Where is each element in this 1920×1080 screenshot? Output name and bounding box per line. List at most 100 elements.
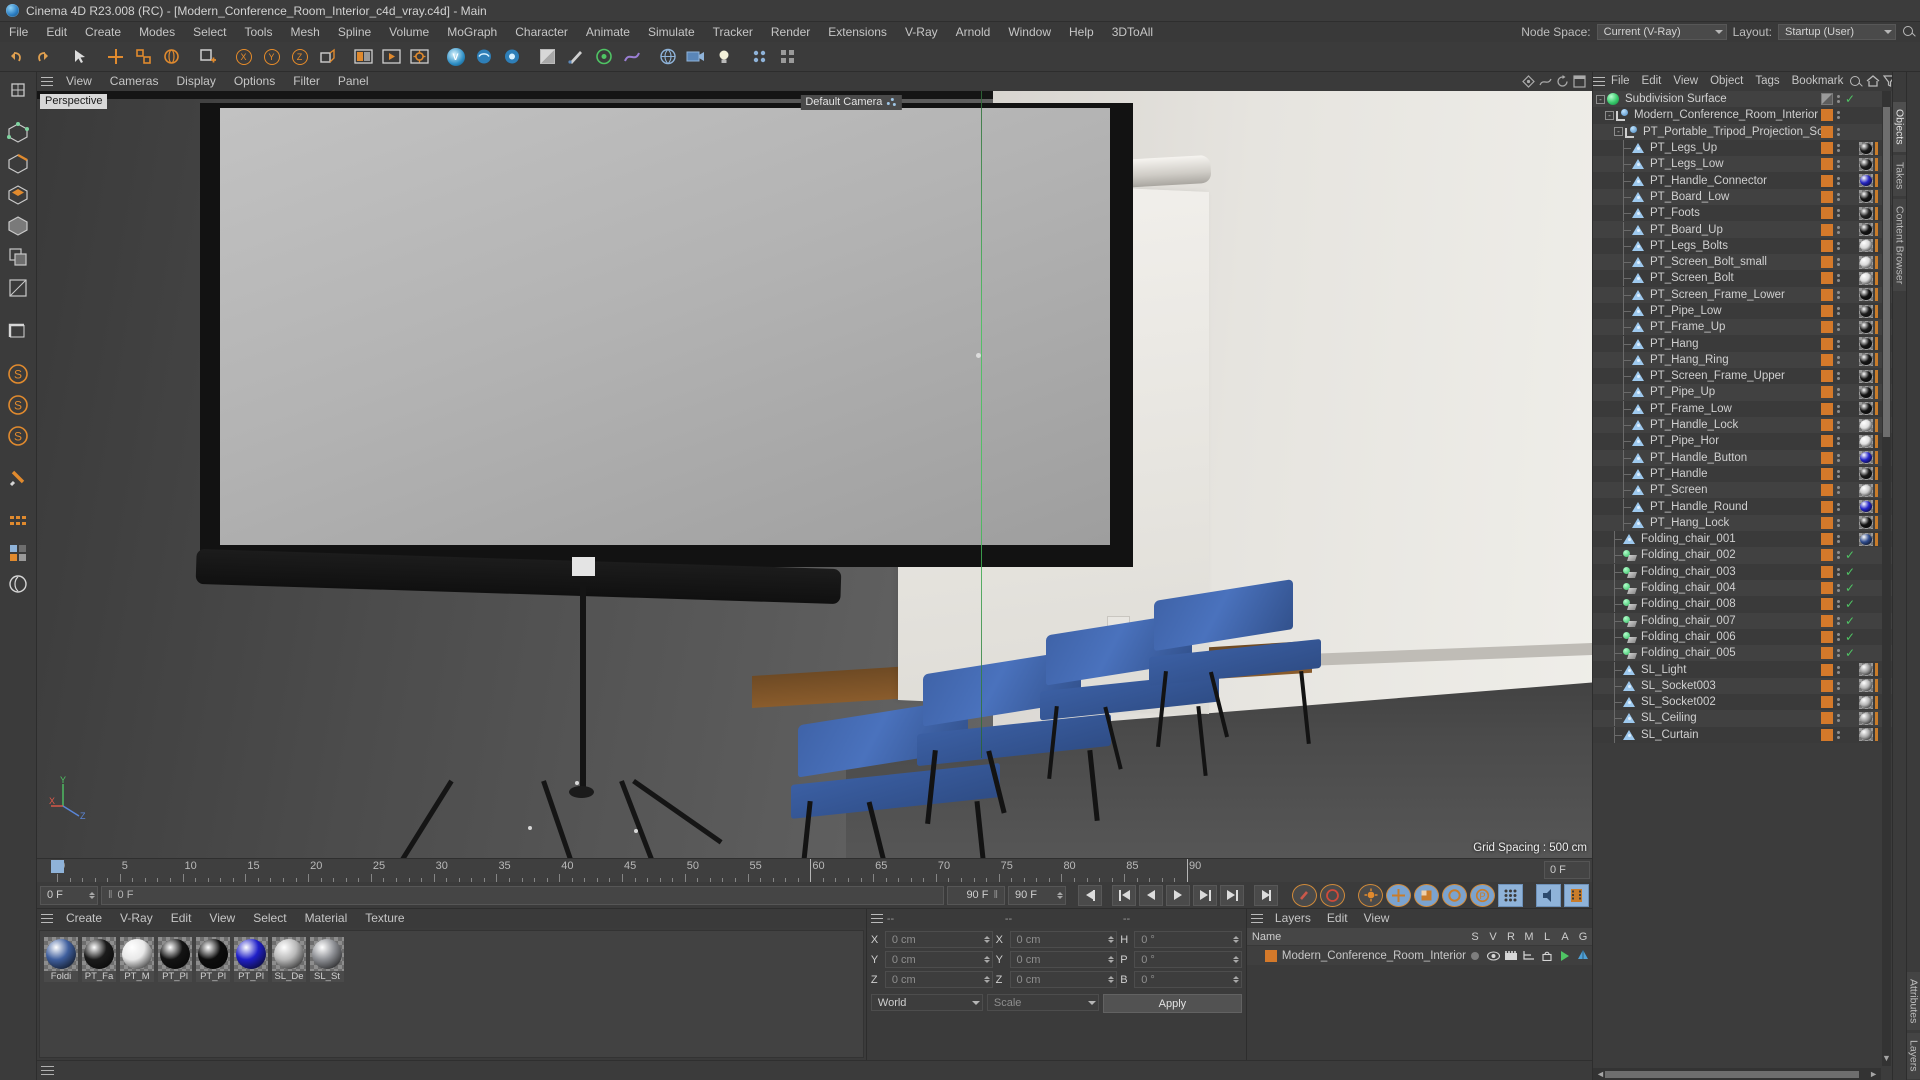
timeline-playhead[interactable]: [51, 860, 64, 873]
object-row[interactable]: PT_Pipe_Hor: [1593, 433, 1892, 450]
render-to-picture-viewer-button[interactable]: [378, 43, 405, 70]
layer-animation-toggle[interactable]: [1556, 950, 1574, 961]
material-tag-icon[interactable]: [1859, 663, 1873, 677]
object-row[interactable]: PT_Handle: [1593, 465, 1892, 483]
object-row[interactable]: PT_Handle_Round: [1593, 498, 1892, 515]
move-tool-button[interactable]: [102, 43, 129, 70]
visibility-dots-icon[interactable]: [1837, 533, 1842, 545]
enabled-check-icon[interactable]: ✓: [1845, 615, 1857, 627]
redo-button[interactable]: [30, 43, 57, 70]
layer-tag-icon[interactable]: [1821, 435, 1833, 448]
layer-tag-icon[interactable]: [1821, 565, 1833, 578]
object-row[interactable]: SL_Curtain: [1593, 726, 1892, 743]
menu-extensions[interactable]: Extensions: [819, 22, 896, 42]
object-menu-tags[interactable]: Tags: [1749, 72, 1785, 91]
object-row[interactable]: - Modern_Conference_Room_Interior: [1593, 107, 1892, 124]
material-tag-icon[interactable]: [1859, 304, 1873, 318]
layer-tag-icon[interactable]: [1821, 386, 1833, 399]
visibility-dots-icon[interactable]: [1837, 680, 1842, 692]
refresh-icon[interactable]: [1555, 74, 1570, 89]
go-to-previous-key-button[interactable]: [1112, 884, 1136, 906]
expand-collapse-icon[interactable]: -: [1605, 110, 1614, 120]
material-tag-icon[interactable]: [1859, 141, 1873, 155]
material-tag-icon[interactable]: [1859, 223, 1873, 237]
material-tag-icon[interactable]: [1859, 337, 1873, 351]
object-row[interactable]: SL_Light: [1593, 661, 1892, 678]
layer-tag-icon[interactable]: [1821, 337, 1833, 350]
timeline-current-frame-bar[interactable]: ‖ 0 F: [101, 885, 944, 905]
object-row[interactable]: Folding_chair_001: [1593, 531, 1892, 548]
home-icon[interactable]: [1866, 74, 1880, 90]
enabled-check-icon[interactable]: ✓: [1845, 93, 1857, 105]
material-swatch[interactable]: SL_De: [272, 937, 306, 982]
layer-tag-icon[interactable]: [1821, 207, 1833, 220]
object-row[interactable]: PT_Legs_Bolts: [1593, 237, 1892, 254]
material-swatch[interactable]: SL_St: [310, 937, 344, 982]
autokeying-button[interactable]: [1320, 883, 1345, 907]
visibility-dots-icon[interactable]: [1837, 224, 1842, 236]
expand-collapse-icon[interactable]: -: [1614, 127, 1623, 137]
menu-mesh[interactable]: Mesh: [281, 22, 328, 42]
visibility-dots-icon[interactable]: [1837, 240, 1842, 252]
viewport-camera-label[interactable]: Default Camera: [800, 95, 902, 110]
material-menu-material[interactable]: Material: [296, 909, 357, 928]
texture-mode-button[interactable]: [4, 274, 32, 302]
layer-visible-toggle[interactable]: [1484, 950, 1502, 961]
material-menu-select[interactable]: Select: [244, 909, 295, 928]
visibility-dots-icon[interactable]: [1837, 175, 1842, 187]
visibility-dots-icon[interactable]: [1837, 142, 1842, 154]
material-tag-icon[interactable]: [1859, 190, 1873, 204]
live-selection-button[interactable]: [66, 43, 93, 70]
visibility-dots-icon[interactable]: [1837, 93, 1842, 105]
object-menu-edit[interactable]: Edit: [1636, 72, 1668, 91]
material-tag-icon[interactable]: [1859, 434, 1873, 448]
layer-tag-icon[interactable]: [1821, 305, 1833, 317]
rotation-key-button[interactable]: [1442, 883, 1467, 907]
visibility-dots-icon[interactable]: [1837, 712, 1842, 724]
material-tag-icon[interactable]: [1859, 467, 1873, 481]
menu-window[interactable]: Window: [999, 22, 1060, 42]
vertical-tab-layers[interactable]: Layers: [1906, 1033, 1920, 1079]
visibility-dots-icon[interactable]: [1837, 158, 1842, 170]
mograph-button[interactable]: [746, 43, 773, 70]
spinner-icon[interactable]: [1232, 936, 1239, 943]
visibility-dots-icon[interactable]: [1837, 664, 1842, 676]
rotate-tool-button[interactable]: [158, 43, 185, 70]
layer-tag-icon[interactable]: [1821, 728, 1833, 741]
visibility-dots-icon[interactable]: [1837, 598, 1842, 610]
menu-modes[interactable]: Modes: [130, 22, 184, 42]
material-swatch[interactable]: PT_Pl: [234, 937, 268, 982]
timeline-ruler[interactable]: 051015202530354045505560657075808590 0 F: [37, 858, 1592, 882]
visibility-dots-icon[interactable]: [1837, 386, 1842, 398]
material-menu-edit[interactable]: Edit: [162, 909, 201, 928]
menu-arnold[interactable]: Arnold: [947, 22, 1000, 42]
material-tag-icon[interactable]: [1859, 353, 1873, 367]
position-z-field[interactable]: 0 cm: [884, 971, 993, 988]
visibility-dots-icon[interactable]: [1837, 435, 1842, 447]
apply-button[interactable]: Apply: [1102, 994, 1242, 1013]
viewport-menu-options[interactable]: Options: [225, 72, 284, 91]
layer-menu-layers[interactable]: Layers: [1267, 909, 1319, 928]
material-menu-v-ray[interactable]: V-Ray: [111, 909, 162, 928]
menu-edit[interactable]: Edit: [37, 22, 76, 42]
viewport-options-icon[interactable]: [1521, 74, 1536, 89]
material-tag-icon[interactable]: [1859, 679, 1873, 693]
undo-button[interactable]: [2, 43, 29, 70]
layer-tag-icon[interactable]: [1821, 239, 1833, 252]
viewport-perspective[interactable]: Perspective Default Camera Grid Spacing …: [37, 91, 1592, 858]
visibility-dots-icon[interactable]: [1837, 647, 1842, 659]
node-space-dropdown[interactable]: Current (V-Ray): [1596, 24, 1727, 40]
material-swatch[interactable]: PT_Pl: [196, 937, 230, 982]
object-row[interactable]: Folding_chair_008 ✓: [1593, 596, 1892, 613]
object-row[interactable]: PT_Handle_Lock: [1593, 416, 1892, 434]
layer-tag-icon[interactable]: [1821, 451, 1833, 464]
axis-lock-s1-button[interactable]: S: [4, 360, 32, 388]
viewport-menu-view[interactable]: View: [57, 72, 101, 91]
expand-collapse-icon[interactable]: -: [1596, 94, 1605, 104]
material-swatch[interactable]: PT_M: [120, 937, 154, 982]
vray-frame-buffer-button[interactable]: [470, 43, 497, 70]
layer-tag-icon[interactable]: [1821, 370, 1833, 383]
layer-tag-icon[interactable]: [1821, 533, 1833, 546]
visibility-dots-icon[interactable]: [1837, 207, 1842, 219]
object-row[interactable]: PT_Screen_Bolt_small: [1593, 253, 1892, 271]
